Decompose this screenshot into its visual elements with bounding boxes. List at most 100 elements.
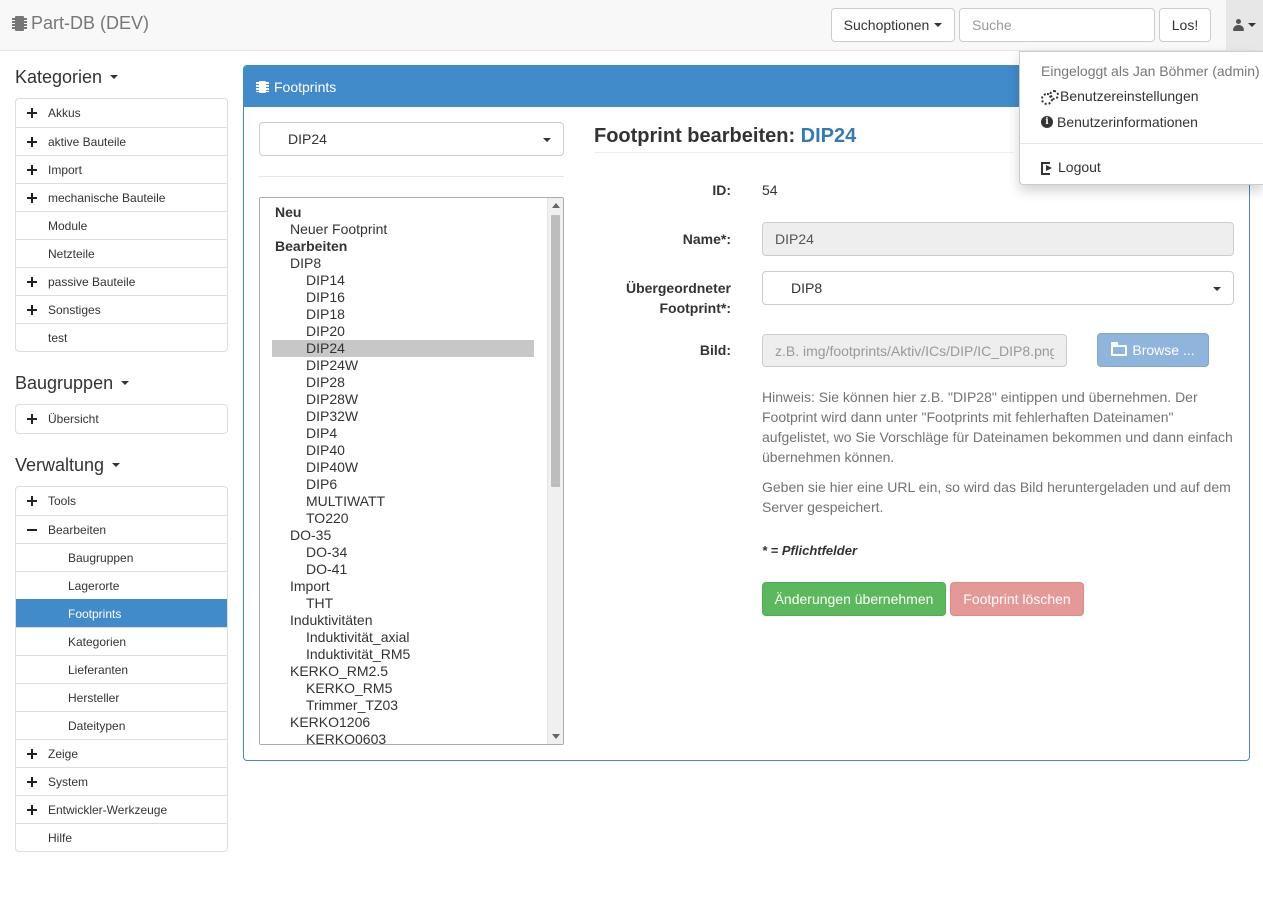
save-changes-button[interactable]: Änderungen übernehmen: [762, 582, 946, 616]
sidebar-item-kategorien[interactable]: Kategorien: [16, 627, 227, 655]
tree-item[interactable]: KERKO0603: [272, 731, 534, 744]
tree-item[interactable]: DO-34: [272, 544, 534, 561]
sidebar-item-bersicht[interactable]: Übersicht: [16, 405, 227, 433]
tree-item[interactable]: KERKO_RM2.5: [272, 663, 534, 680]
sidebar-item-aktive-bauteile[interactable]: aktive Bauteile: [16, 127, 227, 155]
sidebar-item-hilfe[interactable]: Hilfe: [16, 823, 227, 851]
tree-item[interactable]: DIP28: [272, 374, 534, 391]
tree-item[interactable]: DO-41: [272, 561, 534, 578]
tree-item[interactable]: DIP8: [272, 255, 534, 272]
tree-item[interactable]: DIP40: [272, 442, 534, 459]
edit-title-prefix: Footprint bearbeiten:: [594, 125, 801, 147]
tree-item[interactable]: Trimmer_TZ03: [272, 697, 534, 714]
tree-item[interactable]: Bearbeiten: [272, 238, 534, 255]
parent-label-line2: Footprint*:: [659, 300, 731, 316]
tree-item[interactable]: DIP40W: [272, 459, 534, 476]
sidebar-item-zeige[interactable]: Zeige: [16, 739, 227, 767]
tree-item[interactable]: Neuer Footprint: [272, 221, 534, 238]
divider: [594, 152, 1014, 153]
tree-item[interactable]: DIP32W: [272, 408, 534, 425]
footprint-tree-list[interactable]: Neu Neuer Footprint Bearbeiten DIP8 DIP14 DIP…: [259, 197, 564, 745]
tree-item[interactable]: DIP14: [272, 272, 534, 289]
plus-icon: [27, 137, 37, 147]
logout-label: Logout: [1058, 159, 1101, 175]
scroll-up-icon[interactable]: [552, 203, 560, 208]
sidebar-item-label: mechanische Bauteile: [48, 190, 166, 205]
image-path-input[interactable]: [762, 334, 1067, 367]
search-submit-button[interactable]: Los!: [1159, 8, 1211, 42]
tree-item[interactable]: DIP24W: [272, 357, 534, 374]
sidebar-item-dateitypen[interactable]: Dateitypen: [16, 711, 227, 739]
user-settings-menu-item[interactable]: Benutzereinstellungen: [1041, 88, 1199, 105]
tree-item[interactable]: Induktivität_RM5: [272, 646, 534, 663]
user-dropdown-menu: Eingeloggt als Jan Böhmer (admin) Benutz…: [1019, 51, 1263, 185]
search-input[interactable]: [959, 8, 1155, 42]
scroll-down-icon[interactable]: [552, 734, 560, 739]
caret-down-icon: [1248, 23, 1256, 27]
tree-item[interactable]: MULTIWATT: [272, 493, 534, 510]
delete-footprint-button[interactable]: Footprint löschen: [950, 582, 1084, 616]
sidebar-item-module[interactable]: Module: [16, 211, 227, 239]
sidebar-item-test[interactable]: test: [16, 323, 227, 351]
panel-title: Footprints: [274, 78, 337, 95]
tree-item[interactable]: Neu: [272, 204, 534, 221]
sidebar-item-baugruppen[interactable]: Baugruppen: [16, 543, 227, 571]
logout-menu-item[interactable]: Logout: [1041, 159, 1101, 175]
sidebar-item-import[interactable]: Import: [16, 155, 227, 183]
footprint-select[interactable]: DIP24: [259, 122, 564, 156]
tree-item[interactable]: KERKO_RM5: [272, 680, 534, 697]
sidebar-item-tools[interactable]: Tools: [16, 487, 227, 515]
tree-item[interactable]: TO220: [272, 510, 534, 527]
caret-down-icon: [934, 23, 943, 27]
sidebar-item-lagerorte[interactable]: Lagerorte: [16, 571, 227, 599]
sidebar-item-system[interactable]: System: [16, 767, 227, 795]
sidebar-item-label: Tools: [48, 494, 77, 508]
browse-button[interactable]: Browse ...: [1097, 333, 1209, 367]
tree-item[interactable]: THT: [272, 595, 534, 612]
tree-item[interactable]: KERKO1206: [272, 714, 534, 731]
user-menu-toggle[interactable]: [1226, 0, 1263, 50]
tree-item[interactable]: DO-35: [272, 527, 534, 544]
tree-item[interactable]: Induktivität_axial: [272, 629, 534, 646]
tree-item[interactable]: Import: [272, 578, 534, 595]
categories-heading[interactable]: Kategorien: [15, 63, 228, 91]
sidebar-item-akkus[interactable]: Akkus: [16, 99, 227, 127]
search-options-button[interactable]: Suchoptionen: [831, 8, 955, 42]
sidebar: Kategorien Akkus aktive Bauteile Import mec…: [15, 60, 228, 869]
parent-footprint-select[interactable]: DIP8: [762, 271, 1234, 305]
footprint-select-value: DIP24: [288, 131, 327, 147]
sidebar-item-mechanische-bauteile[interactable]: mechanische Bauteile: [16, 183, 227, 211]
sidebar-item-label: Dateitypen: [68, 718, 126, 733]
user-info-label: Benutzerinformationen: [1057, 114, 1198, 130]
sidebar-item-label: Lieferanten: [68, 662, 129, 677]
admin-heading[interactable]: Verwaltung: [15, 451, 228, 479]
tree-item[interactable]: DIP6: [272, 476, 534, 493]
sidebar-item-entwickler-werkzeuge[interactable]: Entwickler-Werkzeuge: [16, 795, 227, 823]
tree-item[interactable]: Induktivitäten: [272, 612, 534, 629]
image-label: Bild:: [699, 342, 731, 358]
caret-down-icon: [1213, 287, 1221, 291]
sidebar-item-lieferanten[interactable]: Lieferanten: [16, 655, 227, 683]
sidebar-item-footprints[interactable]: Footprints: [16, 599, 227, 627]
tree-item[interactable]: DIP20: [272, 323, 534, 340]
categories-heading-text: Kategorien: [15, 66, 103, 87]
sidebar-item-netzteile[interactable]: Netzteile: [16, 239, 227, 267]
name-input[interactable]: [762, 222, 1234, 256]
user-info-menu-item[interactable]: i Benutzerinformationen: [1041, 114, 1198, 130]
sidebar-item-hersteller[interactable]: Hersteller: [16, 683, 227, 711]
sidebar-item-sonstiges[interactable]: Sonstiges: [16, 295, 227, 323]
sidebar-item-label: Akkus: [48, 106, 81, 120]
sidebar-item-label: Hilfe: [48, 830, 73, 845]
tree-item[interactable]: DIP4: [272, 425, 534, 442]
tree-item[interactable]: DIP18: [272, 306, 534, 323]
sidebar-item-bearbeiten[interactable]: Bearbeiten: [16, 515, 227, 543]
sidebar-item-label: Zeige: [48, 746, 79, 761]
tree-item[interactable]: DIP24: [272, 340, 534, 357]
sidebar-item-label: passive Bauteile: [48, 274, 136, 289]
brand-link[interactable]: Part-DB (DEV): [12, 13, 149, 34]
sidebar-item-passive-bauteile[interactable]: passive Bauteile: [16, 267, 227, 295]
assemblies-heading[interactable]: Baugruppen: [15, 369, 228, 397]
tree-item[interactable]: DIP28W: [272, 391, 534, 408]
tree-item[interactable]: DIP16: [272, 289, 534, 306]
caret-down-icon: [543, 138, 551, 142]
